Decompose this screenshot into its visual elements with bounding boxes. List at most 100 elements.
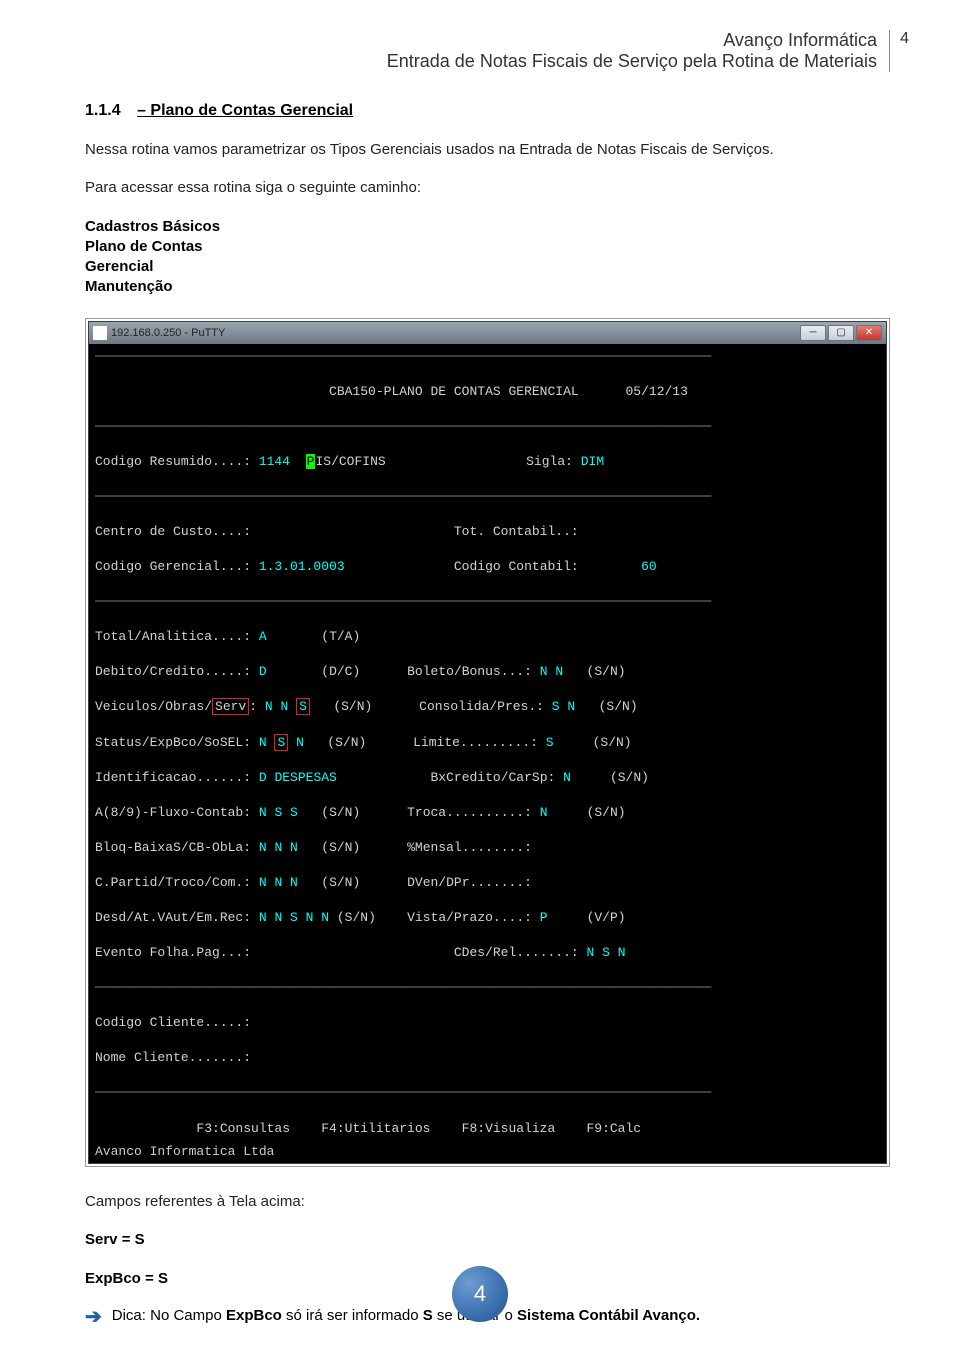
term-header: CBA150-PLANO DE CONTAS GERENCIAL 05/12/1… — [95, 383, 880, 401]
tip-bold: Sistema Contábil Avanço. — [517, 1307, 700, 1324]
suffix: (S/N) — [593, 735, 632, 750]
term-row: Total/Analitica....: A (T/A) — [95, 628, 880, 646]
term-row: Evento Folha.Pag...: CDes/Rel.......: N … — [95, 944, 880, 962]
arrow-right-icon: ➔ — [85, 1307, 102, 1327]
sep: : — [249, 699, 265, 714]
value: S — [546, 735, 554, 750]
term-row: Status/ExpBco/SoSEL: N S N (S/N) Limite.… — [95, 734, 880, 752]
menu-path: Cadastros Básicos Plano de Contas Gerenc… — [85, 217, 890, 298]
value: N — [563, 770, 571, 785]
label: A(8/9)-Fluxo-Contab: — [95, 805, 251, 820]
window-frame: 192.168.0.250 - PuTTY ─ ▢ ✕ ────────────… — [88, 321, 887, 1165]
value: N — [540, 805, 548, 820]
window-buttons: ─ ▢ ✕ — [800, 325, 882, 341]
label: Consolida/Pres.: — [419, 699, 544, 714]
term-row: Veiculos/Obras/Serv: N N S (S/N) Consoli… — [95, 698, 880, 716]
titlebar-left: 192.168.0.250 - PuTTY — [93, 326, 225, 340]
suffix: (S/N) — [587, 805, 626, 820]
suffix: (S/N) — [599, 699, 638, 714]
value: N N — [540, 664, 563, 679]
value: N N S N N — [259, 910, 329, 925]
menu-path-item: Cadastros Básicos — [85, 217, 890, 237]
close-button[interactable]: ✕ — [856, 325, 882, 341]
value: N — [259, 735, 267, 750]
term-hr: ────────────────────────────────────────… — [95, 979, 880, 997]
value: A — [259, 629, 267, 644]
term-row: A(8/9)-Fluxo-Contab: N S S (S/N) Troca..… — [95, 804, 880, 822]
term-codigo-resumido: Codigo Resumido....: 1144 PIS/COFINS Sig… — [95, 453, 880, 471]
suffix: (T/A) — [321, 629, 360, 644]
maximize-button[interactable]: ▢ — [828, 325, 854, 341]
terminal[interactable]: ────────────────────────────────────────… — [89, 344, 886, 1144]
suffix: (S/N) — [333, 699, 372, 714]
section-number: 1.1.4 — [85, 102, 121, 120]
label: Boleto/Bonus...: — [407, 664, 532, 679]
label: Codigo Gerencial...: — [95, 559, 259, 574]
minimize-button[interactable]: ─ — [800, 325, 826, 341]
window-titlebar: 192.168.0.250 - PuTTY ─ ▢ ✕ — [89, 322, 886, 344]
window-title: 192.168.0.250 - PuTTY — [111, 327, 225, 339]
value: N N N — [259, 840, 298, 855]
value: N S S — [259, 805, 298, 820]
term-row: Debito/Credito.....: D (D/C) Boleto/Bonu… — [95, 663, 880, 681]
value: N N N — [259, 875, 298, 890]
putty-icon — [93, 326, 107, 340]
text: IS/COFINS — [315, 454, 385, 469]
page-header: Avanço Informática Entrada de Notas Fisc… — [85, 30, 890, 72]
section-title-text: – Plano de Contas Gerencial — [137, 102, 353, 119]
label: Debito/Credito.....: — [95, 664, 251, 679]
suffix: (S/N) — [337, 910, 376, 925]
label: BxCredito/CarSp: — [430, 770, 555, 785]
value: P — [540, 910, 548, 925]
value: 60 — [641, 559, 657, 574]
redbox-s: S — [296, 698, 310, 715]
label: CDes/Rel.......: — [454, 945, 579, 960]
field-item: Serv = S — [85, 1230, 890, 1250]
term-row: Nome Cliente.......: — [95, 1049, 880, 1067]
label: Bloq-BaixaS/CB-ObLa: — [95, 840, 251, 855]
label: Desd/At.VAut/Em.Rec: — [95, 910, 251, 925]
term-row: Codigo Gerencial...: 1.3.01.0003 Codigo … — [95, 558, 880, 576]
highlight: P — [306, 454, 316, 469]
label: Codigo Contabil: — [454, 559, 579, 574]
redbox-serv: Serv — [212, 698, 249, 715]
content: 1.1.4 – Plano de Contas Gerencial Nessa … — [85, 102, 890, 1327]
section-heading: 1.1.4 – Plano de Contas Gerencial — [85, 102, 890, 120]
term-row: Codigo Cliente.....: — [95, 1014, 880, 1032]
intro-paragraph: Nessa rotina vamos parametrizar os Tipos… — [85, 140, 890, 160]
term-header-title: CBA150-PLANO DE CONTAS GERENCIAL — [329, 384, 579, 399]
suffix: (S/N) — [587, 664, 626, 679]
label: Veiculos/Obras/ — [95, 699, 212, 714]
suffix: (S/N) — [327, 735, 366, 750]
label: Limite.........: — [413, 735, 538, 750]
terminal-screenshot: 192.168.0.250 - PuTTY ─ ▢ ✕ ────────────… — [85, 318, 890, 1168]
term-hr: ────────────────────────────────────────… — [95, 1084, 880, 1102]
page-number: 4 — [474, 1281, 486, 1307]
value: D — [259, 664, 267, 679]
term-row: Bloq-BaixaS/CB-ObLa: N N N (S/N) %Mensal… — [95, 839, 880, 857]
label: Codigo Resumido....: — [95, 454, 259, 469]
value: N — [296, 735, 304, 750]
value: N — [265, 699, 273, 714]
header-page-number: 4 — [900, 30, 909, 48]
label: Vista/Prazo....: — [407, 910, 532, 925]
tip-part: Dica: No Campo — [112, 1307, 226, 1324]
suffix: (S/N) — [321, 805, 360, 820]
menu-path-item: Gerencial — [85, 257, 890, 277]
suffix: (S/N) — [610, 770, 649, 785]
term-hr: ────────────────────────────────────────… — [95, 488, 880, 506]
label: Sigla: — [526, 454, 573, 469]
redbox-s: S — [274, 734, 288, 751]
value: N — [280, 699, 288, 714]
value: N S N — [587, 945, 626, 960]
header-line2: Entrada de Notas Fiscais de Serviço pela… — [85, 51, 877, 72]
suffix: (D/C) — [321, 664, 360, 679]
value: 1.3.01.0003 — [259, 559, 345, 574]
label: Centro de Custo....: — [95, 524, 251, 539]
menu-path-item: Manutenção — [85, 277, 890, 297]
value: 1144 — [259, 454, 290, 469]
suffix: (V/P) — [587, 910, 626, 925]
label: Evento Folha.Pag...: — [95, 945, 251, 960]
term-hr: ────────────────────────────────────────… — [95, 348, 880, 366]
term-helpbar: F3:Consultas F4:Utilitarios F8:Visualiza… — [95, 1120, 880, 1138]
